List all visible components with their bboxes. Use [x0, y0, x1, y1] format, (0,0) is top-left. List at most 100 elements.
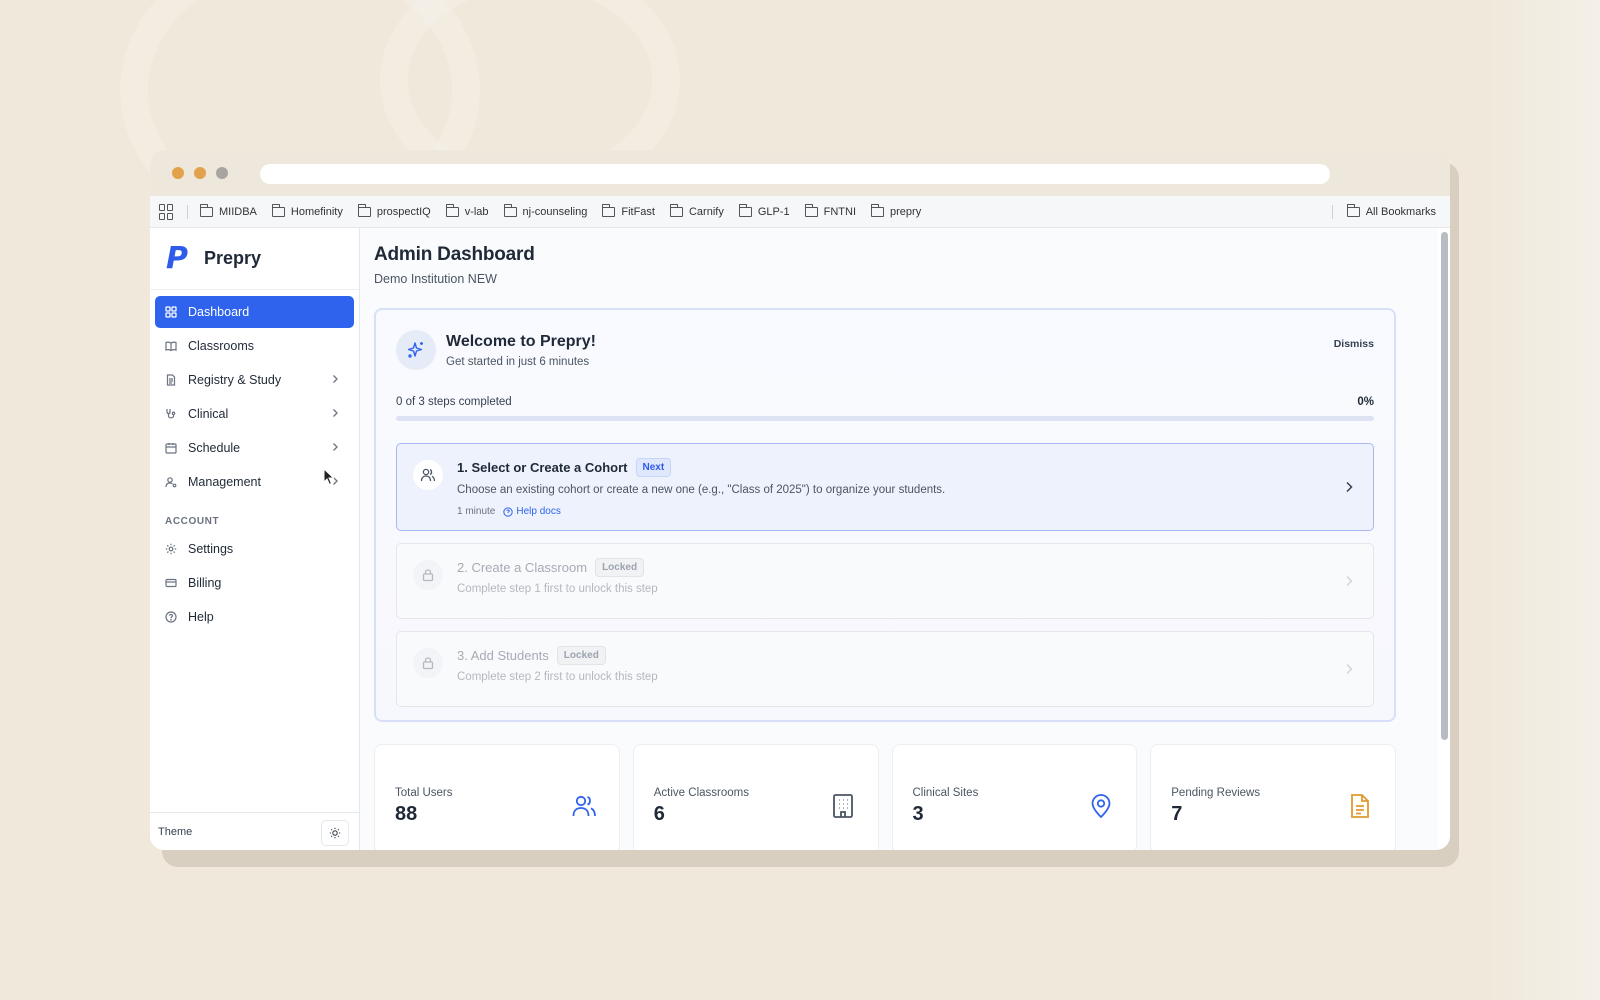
bookmark-folder[interactable]: v-lab — [445, 203, 489, 218]
minimize-window-button[interactable] — [194, 167, 206, 179]
sidebar-item-registry-study[interactable]: Registry & Study — [155, 364, 354, 396]
browser-window: MIIDBA Homefinity prospectIQ v-lab nj-co… — [150, 150, 1450, 850]
sidebar-item-label: Billing — [188, 576, 222, 590]
locked-badge: Locked — [556, 646, 606, 665]
stat-value: 6 — [653, 803, 665, 825]
theme-toggle-button[interactable] — [321, 820, 349, 846]
bookmark-folder[interactable]: FitFast — [602, 203, 655, 218]
sidebar-item-schedule[interactable]: Schedule — [155, 432, 354, 464]
chevron-right-icon — [333, 443, 338, 451]
bookmark-folder[interactable]: nj-counseling — [503, 203, 588, 218]
step-description: Complete step 2 first to unlock this ste… — [457, 671, 658, 683]
bookmark-label: Carnify — [688, 205, 724, 218]
credit-card-icon — [165, 577, 177, 589]
building-icon — [832, 794, 853, 818]
sidebar-item-help[interactable]: Help — [155, 601, 354, 633]
page-title: Admin Dashboard — [374, 244, 535, 265]
sidebar-item-billing[interactable]: Billing — [155, 567, 354, 599]
folder-icon — [1346, 204, 1360, 217]
close-window-button[interactable] — [172, 167, 184, 179]
dismiss-button[interactable]: Dismiss — [1334, 338, 1374, 350]
chevron-right-icon — [333, 375, 338, 383]
background-edge — [1480, 0, 1600, 1000]
bookmark-label: FitFast — [621, 205, 655, 218]
folder-icon — [871, 203, 885, 217]
apps-grid-icon[interactable] — [159, 203, 175, 220]
chevron-right-icon — [1346, 663, 1353, 675]
stat-label: Pending Reviews — [1171, 787, 1261, 799]
folder-icon — [357, 203, 371, 217]
sidebar-item-label: Classrooms — [188, 339, 254, 353]
scrollbar[interactable] — [1438, 228, 1450, 850]
dashboard-icon — [165, 306, 177, 318]
mouse-cursor-icon — [323, 468, 335, 486]
all-bookmarks-area: All Bookmarks — [1331, 196, 1436, 228]
step-title: 2. Create a Classroom — [457, 560, 588, 575]
bookmark-label: Homefinity — [290, 205, 343, 218]
address-bar[interactable] — [260, 164, 1330, 184]
help-circle-icon — [503, 506, 514, 517]
bookmark-folder[interactable]: Carnify — [669, 203, 724, 218]
step-meta: 1 minute Help docs — [457, 506, 1357, 517]
step-description: Complete step 1 first to unlock this ste… — [457, 583, 658, 595]
stat-value: 88 — [395, 803, 418, 825]
onboarding-step-students: 3. Add Students Locked Complete step 2 f… — [396, 631, 1374, 707]
sidebar-item-settings[interactable]: Settings — [155, 533, 354, 565]
sparkles-icon — [396, 330, 436, 370]
account-section-heading: ACCOUNT — [165, 516, 220, 527]
scrollbar-thumb[interactable] — [1441, 232, 1448, 740]
locked-badge: Locked — [595, 558, 645, 577]
sidebar-item-clinical[interactable]: Clinical — [155, 398, 354, 430]
folder-icon — [738, 203, 752, 217]
step-time: 1 minute — [457, 506, 496, 517]
folder-icon — [804, 203, 818, 217]
stat-value: 3 — [912, 803, 924, 825]
bookmark-label: FNTNI — [823, 205, 857, 218]
step-title: 1. Select or Create a Cohort — [457, 460, 628, 475]
progress-text: 0 of 3 steps completed — [396, 396, 512, 408]
onboarding-step-cohort[interactable]: 1. Select or Create a Cohort Next Choose… — [396, 443, 1374, 531]
stat-card-active-classrooms[interactable]: Active Classrooms 6 — [632, 744, 879, 850]
stats-row: Total Users 88 Active Classrooms 6 Clini… — [374, 744, 1396, 850]
sidebar-item-label: Clinical — [188, 407, 229, 421]
prepry-logo: P — [166, 240, 188, 276]
bookmark-folder[interactable]: FNTNI — [804, 203, 857, 218]
sidebar-item-dashboard[interactable]: Dashboard — [155, 296, 354, 328]
bookmark-folder[interactable]: prospectIQ — [357, 203, 431, 218]
stat-card-total-users[interactable]: Total Users 88 — [374, 744, 620, 850]
stat-label: Total Users — [395, 787, 453, 799]
stat-card-pending-reviews[interactable]: Pending Reviews 7 — [1150, 744, 1396, 850]
all-bookmarks-label: All Bookmarks — [1365, 206, 1436, 218]
chevron-right-icon — [1346, 575, 1353, 587]
bookmark-label: nj-counseling — [522, 205, 588, 218]
theme-label: Theme — [158, 825, 193, 838]
folder-icon — [503, 203, 517, 217]
bookmark-label: GLP-1 — [757, 205, 790, 218]
bookmarks-divider — [187, 204, 188, 219]
progress-percent: 0% — [1357, 396, 1374, 408]
maximize-window-button[interactable] — [216, 167, 228, 179]
folder-icon — [602, 203, 616, 217]
all-bookmarks-button[interactable]: All Bookmarks — [1346, 204, 1436, 218]
stat-card-clinical-sites[interactable]: Clinical Sites 3 — [891, 744, 1138, 850]
stat-value: 7 — [1171, 803, 1183, 825]
bookmark-folder[interactable]: Homefinity — [271, 203, 343, 218]
page-subtitle: Demo Institution NEW — [374, 272, 497, 286]
help-docs-label: Help docs — [516, 506, 561, 517]
theme-bar: Theme — [150, 812, 359, 850]
sidebar-item-label: Schedule — [188, 441, 241, 455]
bookmark-folder[interactable]: GLP-1 — [738, 203, 790, 218]
sidebar-item-label: Settings — [188, 542, 234, 556]
brand[interactable]: P Prepry — [150, 228, 359, 290]
chevron-right-icon — [333, 409, 338, 417]
progress-row: 0 of 3 steps completed 0% — [396, 396, 1374, 408]
help-circle-icon — [165, 611, 177, 623]
sidebar-item-classrooms[interactable]: Classrooms — [155, 330, 354, 362]
bookmark-folder[interactable]: prepry — [871, 203, 921, 218]
account-nav: Settings Billing Help — [150, 531, 359, 641]
bookmark-folder[interactable]: MIIDBA — [200, 203, 257, 218]
welcome-title: Welcome to Prepry! — [446, 332, 596, 350]
help-docs-link[interactable]: Help docs — [503, 506, 561, 517]
next-badge: Next — [635, 458, 672, 477]
calendar-icon — [165, 442, 177, 454]
